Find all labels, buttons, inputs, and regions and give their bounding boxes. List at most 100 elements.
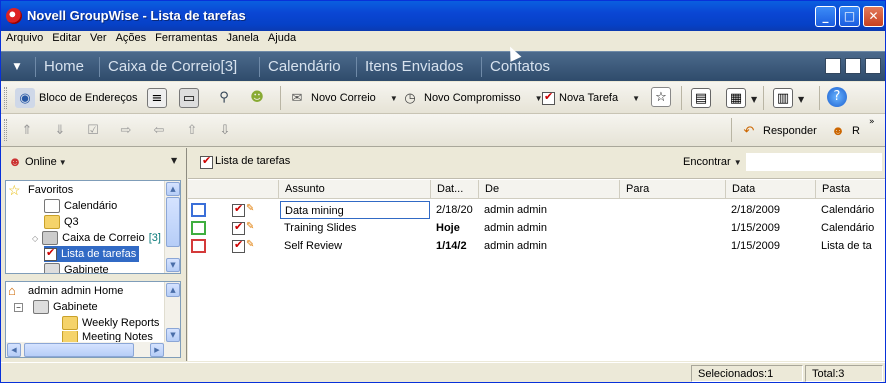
address-book-button[interactable]: ◉ Bloco de Endereços [15,86,137,110]
menu-janela[interactable]: Janela [222,31,263,44]
message-view-icon[interactable]: ▤ [691,88,711,108]
column-due[interactable]: Dat... [430,180,478,199]
tree-weekly-reports[interactable]: Weekly Reports [62,315,159,331]
folder-calendar[interactable]: Calendário [44,198,117,214]
tree-vscroll[interactable]: ▲ ▼ [164,282,180,343]
down-icon[interactable]: ⇩ [215,121,235,141]
up-icon[interactable]: ⇧ [182,121,202,141]
toolbar-grip[interactable] [4,87,7,109]
scroll-thumb[interactable] [166,197,180,247]
new-mail-dropdown-icon[interactable]: ▼ [390,94,398,103]
find-input[interactable] [746,153,882,171]
tree-cabinet[interactable]: − Gabinete [14,299,98,315]
column-subject[interactable]: Assunto [278,180,430,199]
search-icon[interactable]: ⚲ [214,88,234,108]
toolbar2-grip[interactable] [4,119,7,141]
complete-icon[interactable]: ☑ [83,121,103,141]
cell-subject[interactable]: Self Review [280,237,430,255]
new-appointment-button[interactable]: ◷ Novo Compromisso ▼ [400,86,542,110]
online-label: Online [25,156,57,168]
scroll-up-icon[interactable]: ▲ [166,283,180,297]
column-icons[interactable] [188,180,278,199]
next-icon[interactable]: ⇨ [116,121,136,141]
menu-arquivo[interactable]: Arquivo [1,31,47,44]
help-globe-icon[interactable]: ? [827,87,847,107]
folder-task-list[interactable]: Lista de tarefas [44,246,140,262]
cell-subject[interactable]: Training Slides [280,219,430,237]
scroll-left-icon[interactable]: ◀ [7,343,21,357]
nav-dropdown-icon[interactable]: ▼ [7,59,27,75]
new-mail-button[interactable]: ✉ Novo Correio ▼ [287,86,398,110]
column-folder[interactable]: Pasta [815,180,885,199]
new-task-dropdown-icon[interactable]: ▼ [632,94,640,103]
columns-icon[interactable]: ▥ [773,88,793,108]
minimize-button[interactable]: _ [815,6,836,27]
previous-icon[interactable]: ⇦ [149,121,169,141]
column-date[interactable]: Data [725,180,815,199]
menu-editar[interactable]: Editar [47,31,85,44]
table-row[interactable]: ✎ Self Review 1/14/2 admin admin 1/15/2009 Li… [188,237,885,255]
forward-label: R [852,125,860,137]
tree-hscroll[interactable]: ◀ ▶ [6,342,180,357]
task-list-header-icon [200,154,213,169]
hscroll-thumb[interactable] [24,343,134,357]
online-mode-selector[interactable]: ☻ Online ▼ [7,154,67,170]
tab-contacts[interactable]: Contatos [481,57,550,77]
collapse-icon[interactable]: − [14,302,23,312]
scroll-down-icon[interactable]: ▼ [166,258,180,272]
menu-acoes[interactable]: Ações [111,31,151,44]
forward-button[interactable]: ☻ R [828,119,860,143]
new-task-button[interactable]: Nova Tarefa ▼ [542,86,640,110]
toolbar-overflow-icon[interactable]: » [869,117,875,127]
scroll-up-icon[interactable]: ▲ [166,182,180,196]
folder-label: Calendário [64,200,118,212]
cell-subject[interactable]: Data mining [280,201,430,219]
columns-dropdown-icon[interactable]: ▼ [798,95,804,104]
column-from[interactable]: De [478,180,619,199]
folder-cabinet[interactable]: Gabinete [44,262,109,273]
address-book-icon: ◉ [15,88,35,108]
notes-icon[interactable]: ≡ [147,88,167,108]
scroll-down-icon[interactable]: ▼ [166,328,180,342]
column-to[interactable]: Para [619,180,725,199]
folder-mailbox[interactable]: ◇ Caixa de Correio [3] [32,230,161,246]
table-row[interactable]: ✎ Data mining 2/18/20 admin admin 2/18/2009 C… [188,201,885,219]
task-checkbox[interactable] [232,220,245,235]
cell-date: 2/18/2009 [731,204,780,216]
tab-mailbox[interactable]: Caixa de Correio[3] [99,57,237,77]
maximize-button[interactable]: □ [839,6,860,27]
tab-home[interactable]: Home [35,57,84,77]
printer-icon[interactable]: ▭ [179,88,199,108]
task-list-icon [44,246,57,261]
new-note-icon[interactable]: ☆ [651,87,671,107]
menu-ver[interactable]: Ver [85,31,111,44]
tab-sent-items[interactable]: Itens Enviados [356,57,463,77]
folders-view-icon[interactable] [825,58,841,74]
task-checkbox[interactable] [232,202,245,217]
layout-dropdown-icon[interactable]: ▼ [751,95,757,104]
menu-ferramentas[interactable]: Ferramentas [150,31,221,44]
find-button[interactable]: Encontrar ▼ [683,156,742,168]
tab-calendar[interactable]: Calendário [259,57,341,77]
close-button[interactable]: ✕ [863,6,884,27]
table-row[interactable]: ✎ Training Slides Hoje admin admin 1/15/2009… [188,219,885,237]
details-view-icon[interactable] [865,58,881,74]
task-icon: ✎ [246,239,255,250]
list-view-icon[interactable] [845,58,861,74]
user-icon[interactable]: ☻ [247,88,267,108]
title-bar[interactable]: Novell GroupWise - Lista de tarefas _ □ … [1,1,885,31]
reply-button[interactable]: ↶ Responder [739,119,817,143]
task-checkbox[interactable] [232,238,245,253]
folder-q3[interactable]: Q3 [44,214,79,230]
folder-favorites[interactable]: ☆ Favoritos [8,182,73,198]
layout-icon[interactable]: ▦ [726,88,746,108]
navigation-bar: ▼ Home Caixa de Correio[3] Calendário It… [1,51,885,81]
move-bottom-icon[interactable]: ⇓ [50,121,70,141]
cell-folder: Calendário [821,204,875,216]
pane-menu-icon[interactable]: ▼ [171,156,177,165]
favorites-scrollbar[interactable]: ▲ ▼ [164,181,180,273]
menu-ajuda[interactable]: Ajuda [263,31,300,44]
move-top-icon[interactable]: ⇑ [17,121,37,141]
scroll-right-icon[interactable]: ▶ [150,343,164,357]
tree-home[interactable]: ⌂ admin admin Home [8,283,123,299]
